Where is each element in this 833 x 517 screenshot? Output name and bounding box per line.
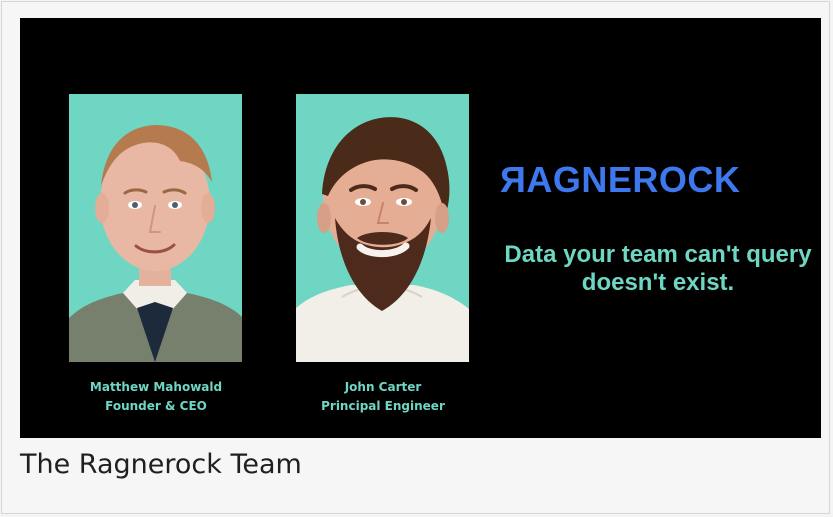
person-label-john: John Carter Principal Engineer (283, 378, 483, 416)
embedded-media-card: Matthew Mahowald Founder & CEO John Cart… (1, 1, 830, 514)
team-slide: Matthew Mahowald Founder & CEO John Cart… (20, 18, 821, 438)
portrait-photo-matthew (69, 94, 242, 362)
person-name-john: John Carter (344, 380, 422, 394)
matthew-portrait-illustration (69, 94, 242, 362)
portrait-photo-john (296, 94, 469, 362)
person-name-matthew: Matthew Mahowald (89, 380, 223, 394)
logo-text: ЯAGNEROCK (500, 159, 741, 200)
person-title-john: Principal Engineer (321, 399, 445, 413)
john-portrait-illustration (296, 94, 469, 362)
media-caption: The Ragnerock Team (20, 449, 302, 480)
person-title-matthew: Founder & CEO (105, 399, 207, 413)
person-label-matthew: Matthew Mahowald Founder & CEO (56, 378, 256, 416)
tagline: Data your team can't query doesn't exist… (504, 241, 812, 296)
ragnerock-logo: ЯAGNEROCK (500, 158, 810, 202)
